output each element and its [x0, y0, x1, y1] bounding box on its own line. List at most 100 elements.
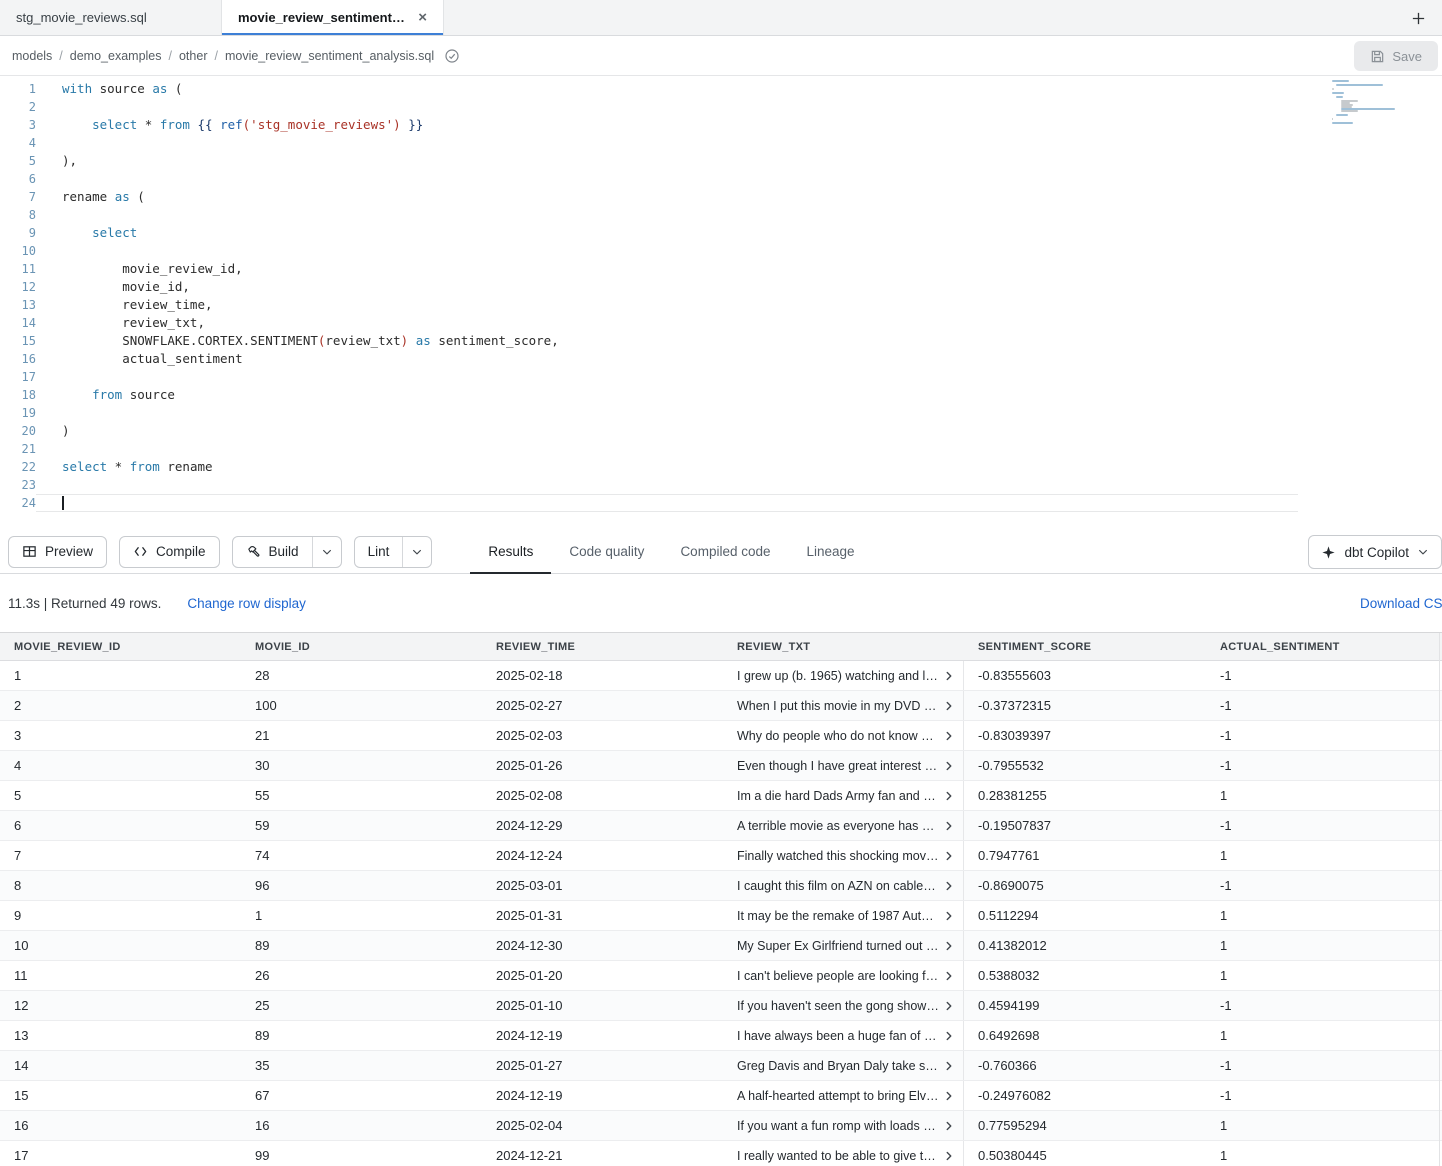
- code-line[interactable]: 2: [0, 98, 1442, 116]
- editor-minimap[interactable]: [1332, 80, 1396, 128]
- review-text: Even though I have great interest in Bi…: [737, 759, 939, 773]
- code-editor[interactable]: 1with source as (23 select * from {{ ref…: [0, 76, 1442, 530]
- lint-dropdown-button[interactable]: [402, 537, 431, 567]
- expand-row-button[interactable]: [939, 666, 959, 686]
- lint-button[interactable]: Lint: [355, 537, 403, 567]
- code-line[interactable]: 7rename as (: [0, 188, 1442, 206]
- download-csv-link[interactable]: Download CSV: [1360, 596, 1442, 611]
- column-header: REVIEW_TIME: [482, 641, 723, 653]
- code-line[interactable]: 6: [0, 170, 1442, 188]
- cell-movie_review_id: 5: [0, 788, 241, 803]
- expand-row-button[interactable]: [939, 1116, 959, 1136]
- line-number: 5: [0, 152, 36, 170]
- expand-row-button[interactable]: [939, 966, 959, 986]
- results-tab-results[interactable]: Results: [470, 530, 551, 574]
- file-tab[interactable]: stg_movie_reviews.sql: [0, 0, 222, 35]
- cell-movie_review_id: 6: [0, 818, 241, 833]
- code-line[interactable]: 5),: [0, 152, 1442, 170]
- code-line[interactable]: 11 movie_review_id,: [0, 260, 1442, 278]
- code-line[interactable]: 17: [0, 368, 1442, 386]
- build-dropdown-button[interactable]: [312, 537, 341, 567]
- table-row: 1282025-02-18I grew up (b. 1965) watchin…: [0, 661, 1442, 691]
- cell-sentiment_score: -0.7955532: [964, 758, 1206, 773]
- chevron-down-icon: [411, 546, 423, 558]
- code-line[interactable]: 21: [0, 440, 1442, 458]
- code-line[interactable]: 23: [0, 476, 1442, 494]
- dbt-copilot-button[interactable]: dbt Copilot: [1308, 535, 1442, 569]
- expand-row-button[interactable]: [939, 936, 959, 956]
- breadcrumb: models/demo_examples/other/movie_review_…: [12, 49, 434, 63]
- chevron-right-icon: [942, 849, 956, 863]
- code-line[interactable]: 16 actual_sentiment: [0, 350, 1442, 368]
- cell-sentiment_score: 0.6492698: [964, 1028, 1206, 1043]
- code-line[interactable]: 8: [0, 206, 1442, 224]
- expand-row-button[interactable]: [939, 786, 959, 806]
- expand-row-button[interactable]: [939, 1056, 959, 1076]
- results-tab-lineage[interactable]: Lineage: [789, 530, 873, 574]
- expand-row-button[interactable]: [939, 846, 959, 866]
- code-line[interactable]: 18 from source: [0, 386, 1442, 404]
- code-line[interactable]: 12 movie_id,: [0, 278, 1442, 296]
- cell-review_time: 2025-02-08: [482, 788, 723, 803]
- code-text: [36, 134, 62, 152]
- table-right-border: [1439, 633, 1440, 1166]
- code-line[interactable]: 19: [0, 404, 1442, 422]
- results-tab-compiled-code[interactable]: Compiled code: [662, 530, 788, 574]
- cell-sentiment_score: -0.37372315: [964, 698, 1206, 713]
- line-number: 22: [0, 458, 36, 476]
- lint-button-label: Lint: [368, 544, 390, 559]
- results-tab-code-quality[interactable]: Code quality: [551, 530, 662, 574]
- line-number: 18: [0, 386, 36, 404]
- code-line[interactable]: 15 SNOWFLAKE.CORTEX.SENTIMENT(review_txt…: [0, 332, 1442, 350]
- expand-row-button[interactable]: [939, 876, 959, 896]
- cell-actual_sentiment: -1: [1206, 1058, 1442, 1073]
- preview-button[interactable]: Preview: [8, 536, 107, 568]
- file-state-icon[interactable]: [444, 48, 460, 64]
- cell-sentiment_score: -0.83039397: [964, 728, 1206, 743]
- code-line[interactable]: 4: [0, 134, 1442, 152]
- code-text: [36, 242, 62, 260]
- line-number: 9: [0, 224, 36, 242]
- build-button[interactable]: Build: [233, 537, 312, 567]
- cell-movie_id: 30: [241, 758, 482, 773]
- save-button-label: Save: [1392, 49, 1422, 64]
- code-line[interactable]: 24: [0, 494, 1442, 512]
- code-line[interactable]: 9 select: [0, 224, 1442, 242]
- cell-movie_review_id: 10: [0, 938, 241, 953]
- cell-review-txt: Even though I have great interest in Bi…: [723, 751, 964, 780]
- cell-sentiment_score: 0.5112294: [964, 908, 1206, 923]
- save-button[interactable]: Save: [1354, 41, 1438, 71]
- code-text: [36, 206, 62, 224]
- compile-button[interactable]: Compile: [119, 536, 220, 568]
- code-line[interactable]: 1with source as (: [0, 80, 1442, 98]
- expand-row-button[interactable]: [939, 996, 959, 1016]
- expand-row-button[interactable]: [939, 816, 959, 836]
- expand-row-button[interactable]: [939, 726, 959, 746]
- code-line[interactable]: 3 select * from {{ ref('stg_movie_review…: [0, 116, 1442, 134]
- code-line[interactable]: 20): [0, 422, 1442, 440]
- minimap-line: [1332, 126, 1396, 128]
- line-number: 7: [0, 188, 36, 206]
- code-text: actual_sentiment: [36, 350, 243, 368]
- expand-row-button[interactable]: [939, 906, 959, 926]
- expand-row-button[interactable]: [939, 1026, 959, 1046]
- cell-movie_review_id: 7: [0, 848, 241, 863]
- change-row-display-link[interactable]: Change row display: [187, 596, 306, 611]
- expand-row-button[interactable]: [939, 1146, 959, 1166]
- code-line[interactable]: 14 review_txt,: [0, 314, 1442, 332]
- close-icon[interactable]: ×: [418, 10, 427, 25]
- chevron-right-icon: [942, 789, 956, 803]
- code-text: [36, 440, 62, 458]
- code-line[interactable]: 10: [0, 242, 1442, 260]
- expand-row-button[interactable]: [939, 1086, 959, 1106]
- expand-row-button[interactable]: [939, 696, 959, 716]
- line-number: 19: [0, 404, 36, 422]
- review-text: I caught this film on AZN on cable. It s…: [737, 879, 939, 893]
- code-line[interactable]: 22select * from rename: [0, 458, 1442, 476]
- expand-row-button[interactable]: [939, 756, 959, 776]
- code-text: rename as (: [36, 188, 145, 206]
- new-tab-button[interactable]: [1405, 0, 1432, 36]
- review-text: I grew up (b. 1965) watching and lovin…: [737, 669, 939, 683]
- file-tab[interactable]: movie_review_sentiment_…×: [222, 0, 444, 35]
- code-line[interactable]: 13 review_time,: [0, 296, 1442, 314]
